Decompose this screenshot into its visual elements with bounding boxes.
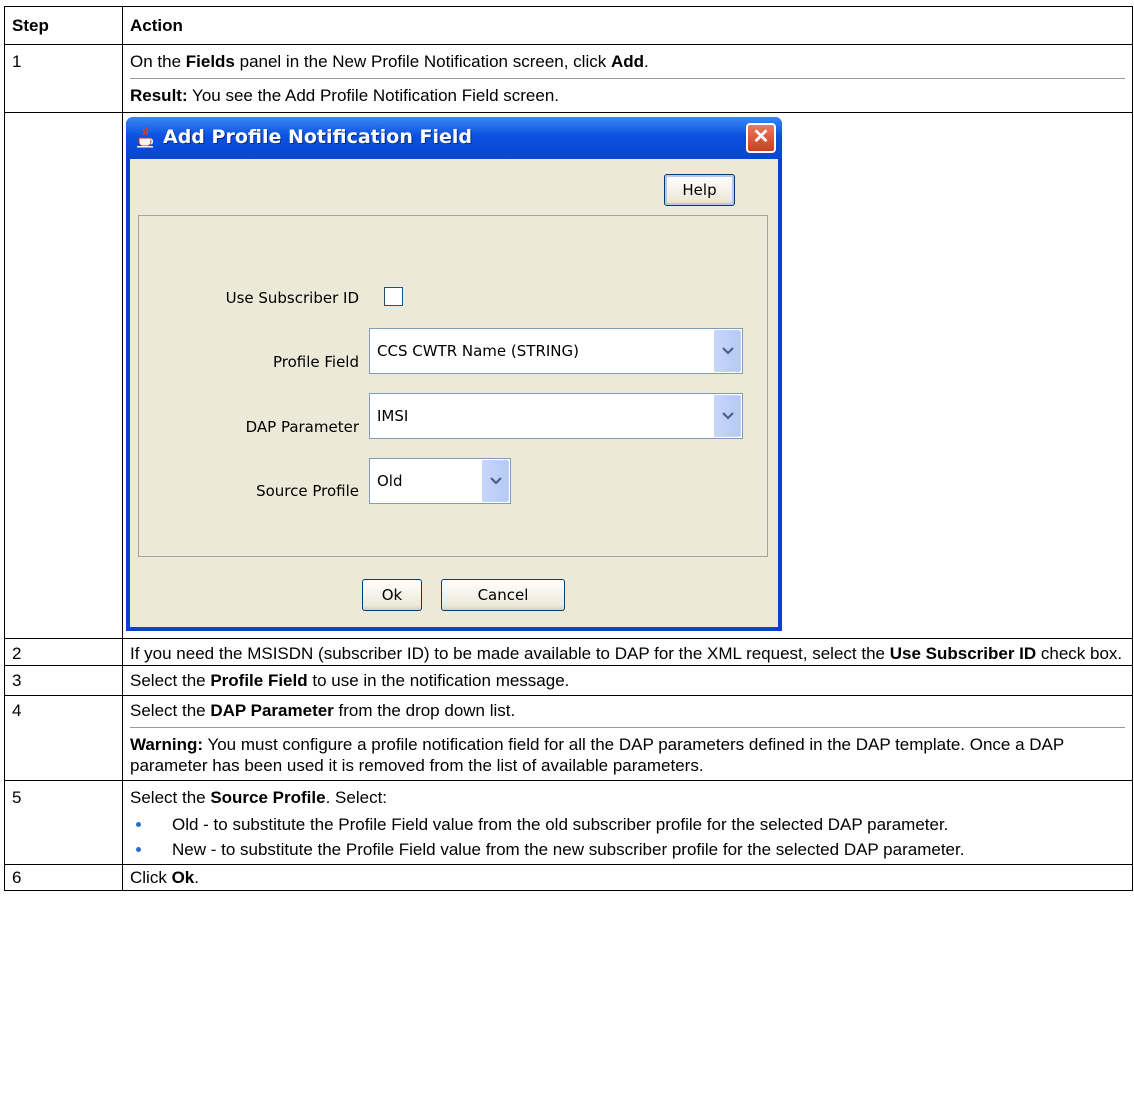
dialog-titlebar[interactable]: Add Profile Notification Field ✕ (126, 117, 782, 159)
close-button[interactable]: ✕ (746, 123, 776, 153)
action-text: Select the DAP Parameter from the drop d… (130, 701, 516, 720)
step-action: Click Ok. (122, 864, 1133, 891)
action-text: On the Fields panel in the New Profile N… (130, 52, 649, 71)
dialog-title: Add Profile Notification Field (163, 126, 472, 148)
step-action: Select the DAP Parameter from the drop d… (122, 695, 1133, 781)
dap-parameter-value: IMSI (377, 407, 409, 425)
step-header: Step (4, 6, 123, 45)
source-profile-value: Old (377, 472, 403, 490)
close-icon: ✕ (752, 126, 770, 148)
table-row: 3 Select the Profile Field to use in the… (4, 665, 1133, 696)
profile-field-value: CCS CWTR Name (STRING) (377, 342, 579, 360)
step-action: On the Fields panel in the New Profile N… (122, 44, 1133, 113)
step-number: 5 (4, 780, 123, 865)
chevron-down-icon[interactable] (482, 460, 509, 502)
bullet-icon (136, 847, 141, 852)
source-profile-label: Source Profile (256, 482, 359, 500)
list-item: New - to substitute the Profile Field va… (130, 839, 1125, 864)
dialog-body: Help Use Subscriber ID Profile Field CCS… (130, 159, 778, 627)
step-number: 6 (4, 864, 123, 891)
java-cup-icon (137, 127, 154, 148)
chevron-down-icon[interactable] (714, 330, 741, 372)
help-button[interactable]: Help (664, 174, 735, 206)
use-subscriber-id-checkbox[interactable] (384, 287, 403, 306)
screenshot-row: Add Profile Notification Field ✕ Help Us… (4, 112, 1133, 639)
profile-field-dropdown[interactable]: CCS CWTR Name (STRING) (369, 328, 743, 374)
ok-button[interactable]: Ok (362, 579, 422, 611)
table-row: 4 Select the DAP Parameter from the drop… (4, 695, 1133, 781)
step-number: 2 (4, 638, 123, 666)
table-row: 1 On the Fields panel in the New Profile… (4, 44, 1133, 113)
header-row: Step Action (4, 6, 1133, 45)
step-number: 1 (4, 44, 123, 113)
fields-panel: Use Subscriber ID Profile Field CCS CWTR… (138, 215, 768, 557)
action-text: Select the Profile Field to use in the n… (130, 671, 570, 690)
table-row: 2 If you need the MSISDN (subscriber ID)… (4, 638, 1133, 666)
empty-step-cell (4, 112, 123, 639)
action-text: Click Ok. (130, 868, 199, 887)
dialog-cell: Add Profile Notification Field ✕ Help Us… (122, 112, 1133, 639)
action-text: Select the Source Profile. Select: (130, 788, 388, 807)
list-item: Old - to substitute the Profile Field va… (130, 814, 1125, 839)
procedure-table: Step Action 1 On the Fields panel in the… (4, 6, 1133, 891)
result-text: Result: You see the Add Profile Notifica… (130, 78, 1125, 112)
use-subscriber-id-label: Use Subscriber ID (225, 289, 359, 307)
step-action: Select the Profile Field to use in the n… (122, 665, 1133, 696)
action-header: Action (122, 6, 1133, 45)
table-row: 5 Select the Source Profile. Select: Old… (4, 780, 1133, 865)
source-profile-dropdown[interactable]: Old (369, 458, 511, 504)
action-text: If you need the MSISDN (subscriber ID) t… (130, 644, 1123, 663)
dap-parameter-label: DAP Parameter (245, 418, 359, 436)
step-number: 3 (4, 665, 123, 696)
table-row: 6 Click Ok. (4, 864, 1133, 891)
profile-field-label: Profile Field (272, 353, 359, 371)
dap-parameter-dropdown[interactable]: IMSI (369, 393, 743, 439)
warning-text: Warning: You must configure a profile no… (130, 727, 1125, 776)
bullet-list: Old - to substitute the Profile Field va… (130, 814, 1125, 864)
cancel-button[interactable]: Cancel (441, 579, 565, 611)
chevron-down-icon[interactable] (714, 395, 741, 437)
bullet-icon (136, 822, 141, 827)
add-profile-notification-field-dialog: Add Profile Notification Field ✕ Help Us… (126, 117, 782, 631)
step-action: Select the Source Profile. Select: Old -… (122, 780, 1133, 865)
step-number: 4 (4, 695, 123, 781)
step-action: If you need the MSISDN (subscriber ID) t… (122, 638, 1133, 666)
